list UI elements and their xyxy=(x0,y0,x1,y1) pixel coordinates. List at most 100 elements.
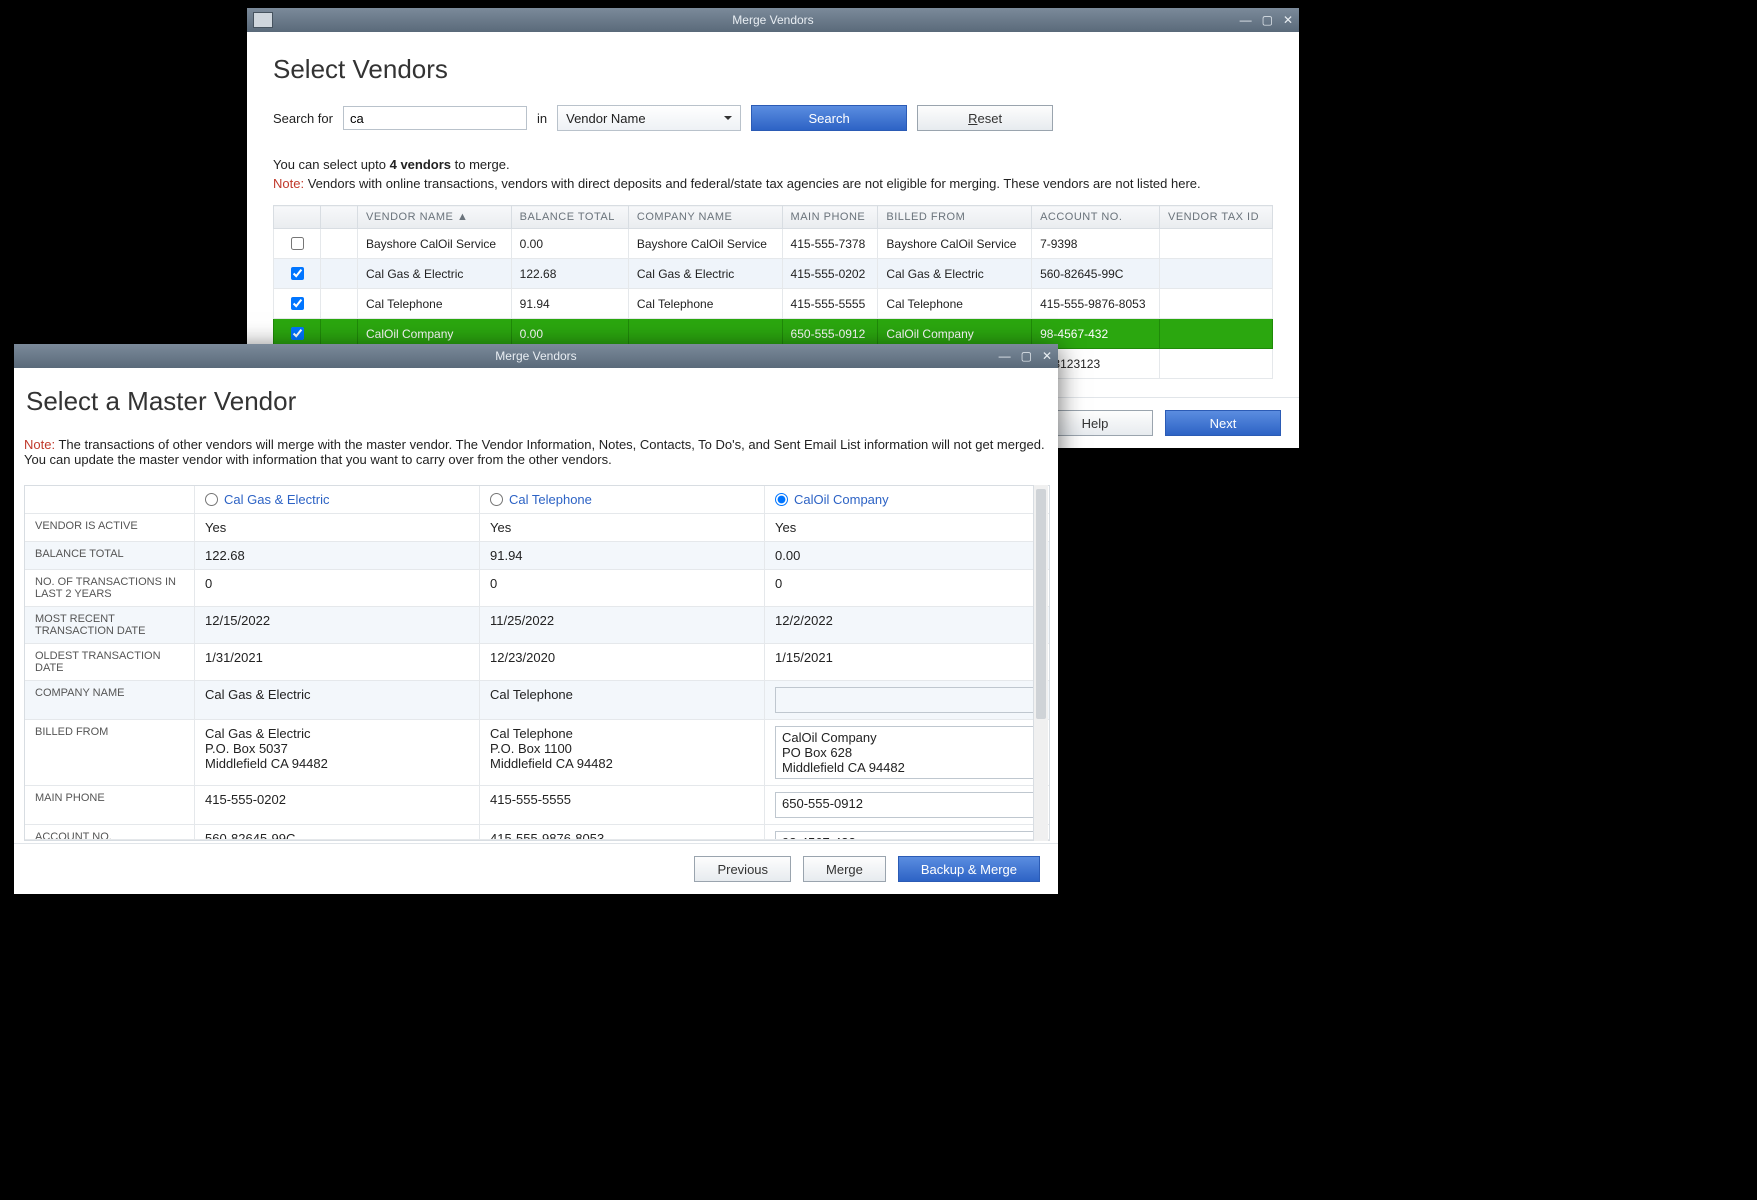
master-vendor-radio[interactable]: CalOil Company xyxy=(775,492,1039,507)
master-vendor-radio[interactable]: Cal Gas & Electric xyxy=(205,492,469,507)
grid-cell: 415-555-9876-8053 xyxy=(480,825,765,839)
column-header[interactable]: MAIN PHONE xyxy=(782,206,878,229)
cell: 415-555-5555 xyxy=(782,289,878,319)
grid-cell: Cal Gas & ElectricP.O. Box 5037Middlefie… xyxy=(195,720,480,785)
merge-button[interactable]: Merge xyxy=(803,856,886,882)
search-button[interactable]: Search xyxy=(751,105,907,131)
grid-cell: 91.94 xyxy=(480,542,765,569)
cell: Bayshore CalOil Service xyxy=(878,229,1032,259)
grid-cell[interactable]: 650-555-0912 xyxy=(765,786,1049,824)
minimize-icon[interactable]: — xyxy=(1240,13,1252,27)
grid-row: MOST RECENT TRANSACTION DATE12/15/202211… xyxy=(25,607,1049,644)
master-vendor-radio[interactable]: Cal Telephone xyxy=(490,492,754,507)
close-icon[interactable]: ✕ xyxy=(1283,13,1293,27)
column-header[interactable]: VENDOR NAME ▲ xyxy=(358,206,512,229)
backup-merge-button[interactable]: Backup & Merge xyxy=(898,856,1040,882)
page-heading: Select Vendors xyxy=(273,54,1273,85)
cell: Cal Gas & Electric xyxy=(358,259,512,289)
cell: 415-555-7378 xyxy=(782,229,878,259)
column-header[interactable]: VENDOR TAX ID xyxy=(1160,206,1273,229)
page-heading: Select a Master Vendor xyxy=(26,386,1048,417)
table-row[interactable]: Cal Telephone91.94Cal Telephone415-555-5… xyxy=(274,289,1273,319)
row-checkbox[interactable] xyxy=(291,237,304,250)
cell: Cal Telephone xyxy=(628,289,782,319)
column-header[interactable]: ACCOUNT NO. xyxy=(1032,206,1160,229)
window-title: Merge Vendors xyxy=(247,13,1299,27)
row-label: VENDOR IS ACTIVE xyxy=(25,514,195,541)
column-header[interactable]: BALANCE TOTAL xyxy=(511,206,628,229)
search-input[interactable] xyxy=(343,106,527,130)
grid-row: ACCOUNT NO.560-82645-99C415-555-9876-805… xyxy=(25,825,1049,840)
cell: 91.94 xyxy=(511,289,628,319)
previous-button[interactable]: Previous xyxy=(694,856,791,882)
note-text: Note: Vendors with online transactions, … xyxy=(273,176,1273,191)
master-vendor-grid: Cal Gas & Electric Cal Telephone CalOil … xyxy=(24,485,1050,841)
window-title: Merge Vendors xyxy=(14,349,1058,363)
row-label: NO. OF TRANSACTIONS IN LAST 2 YEARS xyxy=(25,570,195,606)
grid-cell: Yes xyxy=(195,514,480,541)
grid-row: COMPANY NAMECal Gas & ElectricCal Teleph… xyxy=(25,681,1049,720)
system-menu-icon[interactable] xyxy=(253,12,273,28)
grid-cell[interactable]: CalOil CompanyPO Box 628Middlefield CA 9… xyxy=(765,720,1049,785)
row-label: BALANCE TOTAL xyxy=(25,542,195,569)
next-button[interactable]: Next xyxy=(1165,410,1281,436)
grid-row: NO. OF TRANSACTIONS IN LAST 2 YEARS000 xyxy=(25,570,1049,607)
grid-cell: 415-555-5555 xyxy=(480,786,765,824)
titlebar[interactable]: Merge Vendors — ▢ ✕ xyxy=(247,8,1299,32)
grid-cell: 560-82645-99C xyxy=(195,825,480,839)
grid-row: BALANCE TOTAL122.6891.940.00 xyxy=(25,542,1049,570)
titlebar[interactable]: Merge Vendors — ▢ ✕ xyxy=(14,344,1058,368)
table-row[interactable]: Bayshore CalOil Service0.00Bayshore CalO… xyxy=(274,229,1273,259)
grid-cell: Yes xyxy=(765,514,1049,541)
cell xyxy=(1160,349,1273,379)
grid-cell: 12/2/2022 xyxy=(765,607,1049,643)
grid-cell: Cal Gas & Electric xyxy=(195,681,480,719)
row-checkbox[interactable] xyxy=(291,267,304,280)
column-header[interactable]: BILLED FROM xyxy=(878,206,1032,229)
row-checkbox[interactable] xyxy=(291,297,304,310)
grid-row: OLDEST TRANSACTION DATE1/31/202112/23/20… xyxy=(25,644,1049,681)
in-label: in xyxy=(537,111,547,126)
cell: 415-555-9876-8053 xyxy=(1032,289,1160,319)
reset-button[interactable]: Reset xyxy=(917,105,1053,131)
cell: Cal Telephone xyxy=(878,289,1032,319)
grid-cell: 0.00 xyxy=(765,542,1049,569)
grid-row: VENDOR IS ACTIVEYesYesYes xyxy=(25,514,1049,542)
grid-cell: 12/23/2020 xyxy=(480,644,765,680)
row-checkbox[interactable] xyxy=(291,327,304,340)
vertical-scrollbar[interactable] xyxy=(1033,485,1048,841)
grid-cell[interactable]: 98-4567-432 xyxy=(765,825,1049,839)
cell: 0.00 xyxy=(511,229,628,259)
search-field-select[interactable]: Vendor Name xyxy=(557,105,741,131)
grid-cell[interactable] xyxy=(765,681,1049,719)
grid-cell: 1/15/2021 xyxy=(765,644,1049,680)
maximize-icon[interactable]: ▢ xyxy=(1021,349,1032,363)
note-text: Note: The transactions of other vendors … xyxy=(24,437,1048,467)
scroll-thumb[interactable] xyxy=(1036,489,1046,719)
grid-cell: 1/31/2021 xyxy=(195,644,480,680)
cell: 560-82645-99C xyxy=(1032,259,1160,289)
grid-cell: Cal TelephoneP.O. Box 1100Middlefield CA… xyxy=(480,720,765,785)
grid-row: BILLED FROMCal Gas & ElectricP.O. Box 50… xyxy=(25,720,1049,786)
minimize-icon[interactable]: — xyxy=(999,349,1011,363)
select-master-vendor-window: Merge Vendors — ▢ ✕ Select a Master Vend… xyxy=(14,344,1058,894)
grid-cell: 0 xyxy=(765,570,1049,606)
cell: 415-555-0202 xyxy=(782,259,878,289)
maximize-icon[interactable]: ▢ xyxy=(1262,13,1273,27)
cell: Cal Gas & Electric xyxy=(628,259,782,289)
cell: 7-9398 xyxy=(1032,229,1160,259)
cell: Cal Telephone xyxy=(358,289,512,319)
cell: Bayshore CalOil Service xyxy=(358,229,512,259)
hint-text: You can select upto 4 vendors to merge. xyxy=(273,157,1273,172)
grid-cell: 11/25/2022 xyxy=(480,607,765,643)
close-icon[interactable]: ✕ xyxy=(1042,349,1052,363)
cell: Cal Gas & Electric xyxy=(878,259,1032,289)
grid-cell: Cal Telephone xyxy=(480,681,765,719)
cell xyxy=(1160,289,1273,319)
grid-row: MAIN PHONE415-555-0202415-555-5555650-55… xyxy=(25,786,1049,825)
search-label: Search for xyxy=(273,111,333,126)
grid-cell: Yes xyxy=(480,514,765,541)
search-row: Search for in Vendor Name Search Reset xyxy=(273,105,1273,131)
table-row[interactable]: Cal Gas & Electric122.68Cal Gas & Electr… xyxy=(274,259,1273,289)
column-header[interactable]: COMPANY NAME xyxy=(628,206,782,229)
